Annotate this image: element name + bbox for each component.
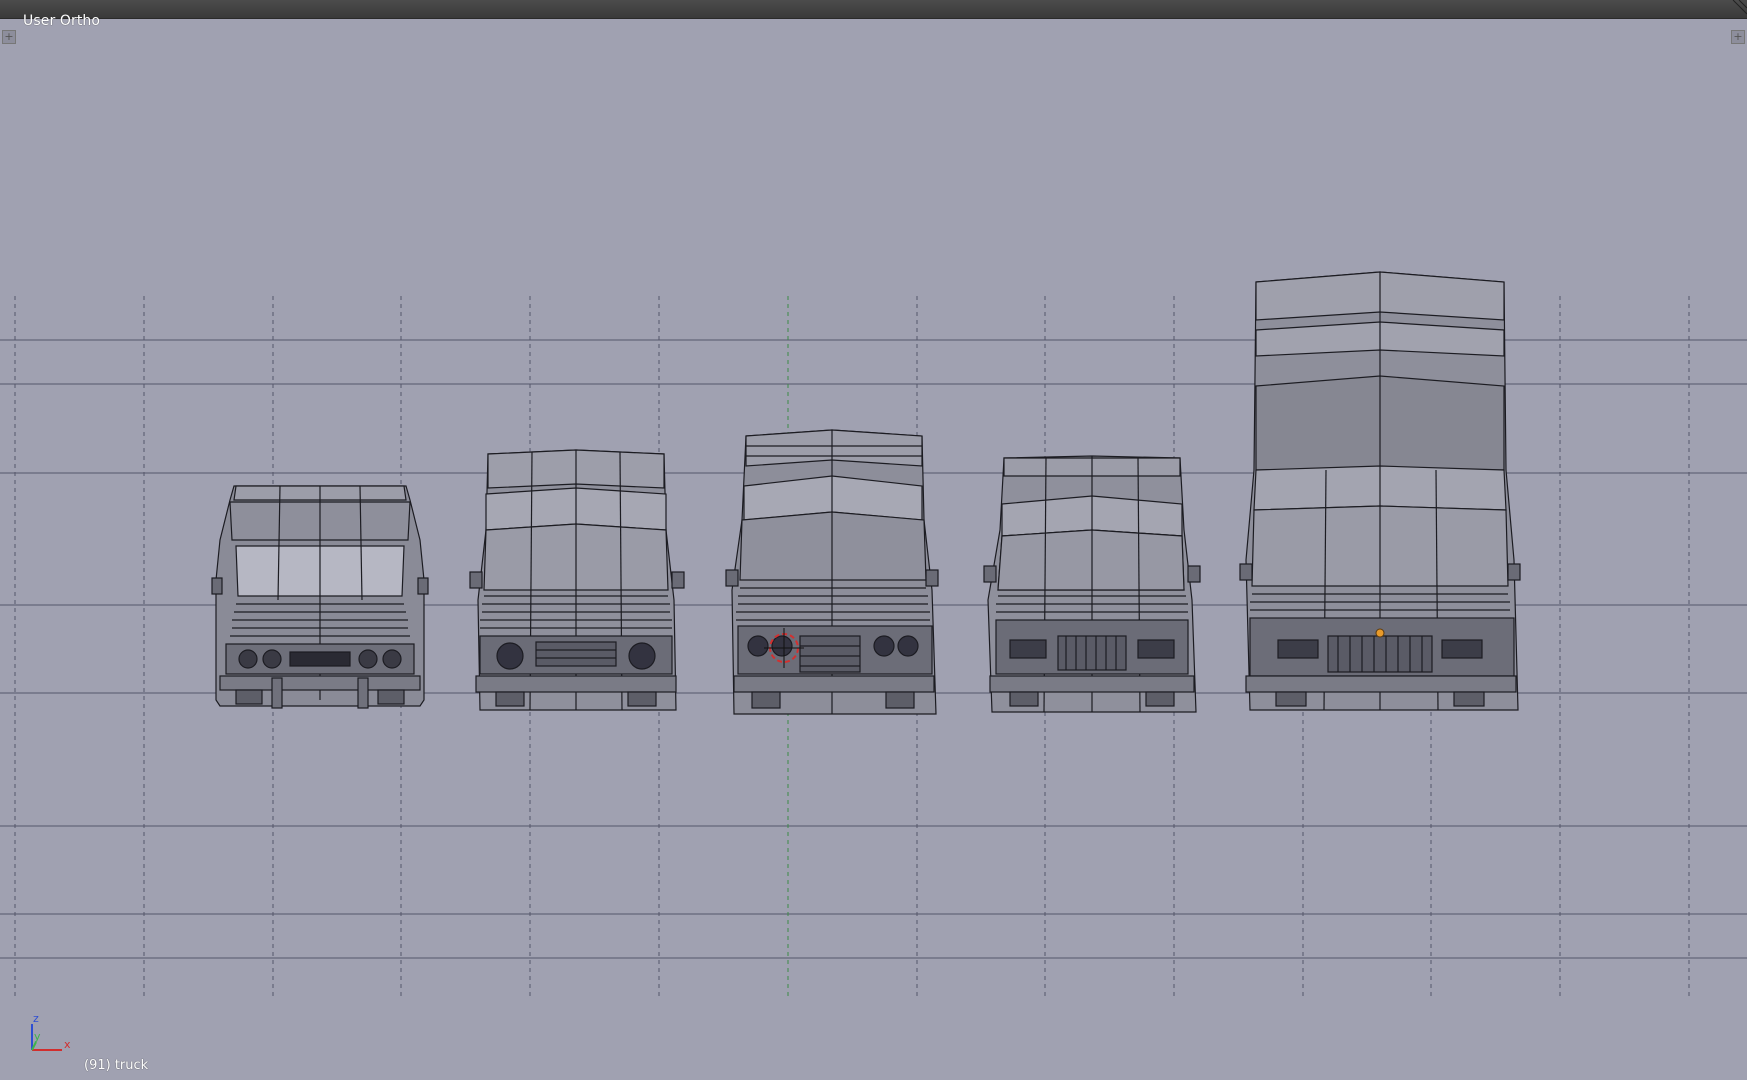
x-axis-label: x [64, 1038, 71, 1051]
viewport-header[interactable] [0, 0, 1747, 19]
truck-box-small-mesh[interactable] [469, 449, 685, 711]
truck-cab-mesh[interactable] [211, 485, 429, 709]
viewport-grid: z y x [0, 271, 1747, 1051]
axis-gizmo: z y x [31, 1012, 71, 1051]
area-split-left-plus-icon[interactable]: + [2, 30, 16, 44]
truck-box-tall-mesh[interactable] [1239, 271, 1521, 711]
z-axis-label: z [33, 1012, 39, 1025]
active-object-origin [1375, 628, 1385, 638]
truck-box-large-mesh[interactable] [983, 455, 1201, 713]
corner-resize-icon[interactable] [1729, 0, 1747, 18]
active-object-info: (91) truck [84, 1058, 149, 1073]
view-mode-label: User Ortho [23, 13, 101, 29]
y-axis-label: y [34, 1030, 41, 1043]
area-split-right-plus-icon[interactable]: + [1731, 30, 1745, 44]
truck-box-medium-mesh[interactable] [725, 429, 939, 715]
3d-viewport[interactable]: z y x + + User Ortho (91) truck [0, 0, 1747, 1080]
